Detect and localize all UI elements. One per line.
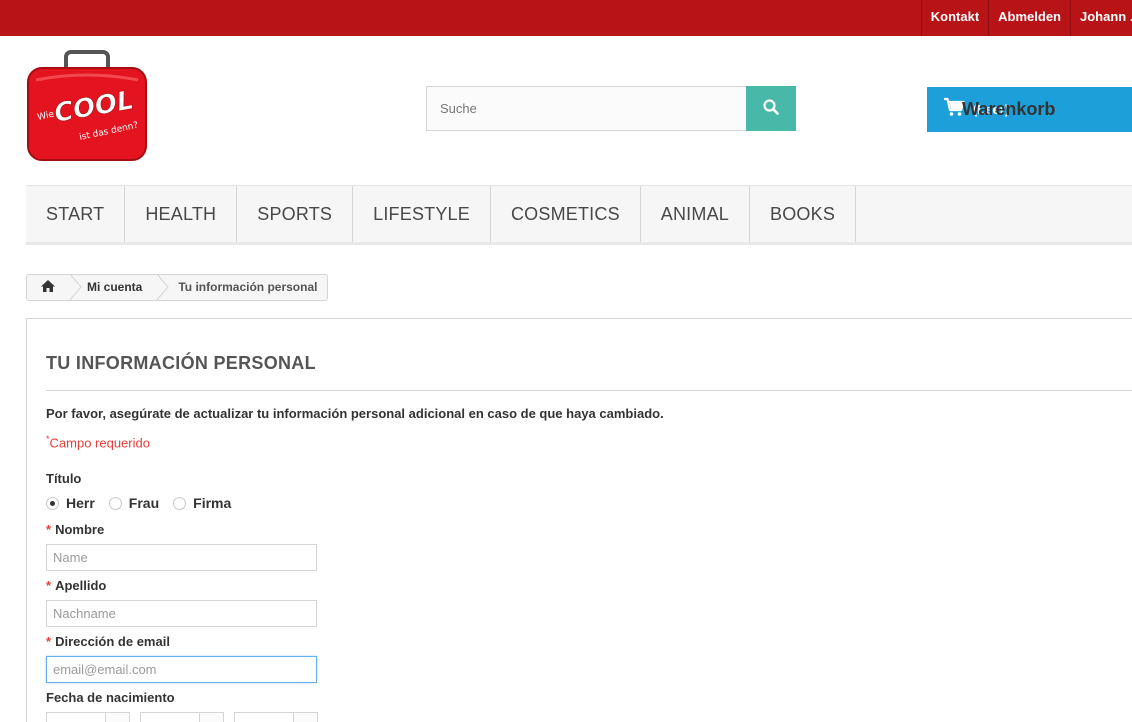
page-title: TU INFORMACIÓN PERSONAL: [46, 353, 316, 373]
title-option-herr[interactable]: Herr: [46, 495, 95, 511]
breadcrumb: Mi cuenta Tu información personal: [26, 272, 329, 302]
intro-text: Por favor, asegúrate de actualizar tu in…: [46, 406, 664, 421]
chevron-down-icon: [105, 713, 129, 722]
cart-label: Warenkorb: [962, 99, 1056, 119]
title-radio-group: Herr Frau Firma: [46, 495, 245, 511]
required-note: *Campo requerido: [46, 434, 150, 451]
radio-herr[interactable]: [46, 496, 59, 510]
cart-button[interactable]: Warenkorb (Leer): [927, 87, 1132, 132]
birth-day-select[interactable]: [46, 712, 130, 722]
menu-item-cosmetics[interactable]: COSMETICS: [491, 186, 641, 242]
logout-link[interactable]: Abmelden: [988, 0, 1070, 36]
top-links: Kontakt Abmelden Johann ...: [920, 0, 1132, 36]
contact-link[interactable]: Kontakt: [920, 0, 988, 36]
breadcrumb-current: Tu información personal: [178, 280, 318, 294]
radio-firma[interactable]: [173, 496, 187, 510]
menu-item-start[interactable]: START: [26, 186, 126, 242]
menu-item-sports[interactable]: SPORTS: [237, 186, 354, 242]
personal-info-box: TU INFORMACIÓN PERSONAL Por favor, asegú…: [26, 318, 1132, 722]
birthdate-label: Fecha de nacimiento: [46, 690, 175, 705]
search-input[interactable]: [426, 86, 746, 131]
user-account-link[interactable]: Johann ...: [1070, 0, 1132, 36]
breadcrumb-home[interactable]: [27, 275, 69, 300]
title-label: Título: [46, 471, 82, 486]
menu-item-animal[interactable]: ANIMAL: [641, 186, 750, 242]
firstname-label: * Nombre: [46, 522, 105, 537]
lastname-field[interactable]: [46, 600, 317, 627]
breadcrumb-account[interactable]: Mi cuenta: [83, 275, 156, 300]
menu-item-books[interactable]: BOOKS: [750, 186, 857, 242]
birth-year-select[interactable]: [234, 712, 318, 722]
birthdate-selects: [46, 712, 328, 722]
breadcrumb-separator: [68, 272, 83, 302]
search-icon: [763, 99, 779, 118]
email-field[interactable]: [46, 656, 317, 683]
top-bar: Kontakt Abmelden Johann ...: [0, 0, 1132, 36]
breadcrumb-separator: [155, 272, 170, 302]
menu-item-lifestyle[interactable]: LIFESTYLE: [353, 186, 491, 242]
radio-frau[interactable]: [108, 496, 122, 510]
main-menu: START HEALTH SPORTS LIFESTYLE COSMETICS …: [26, 185, 1132, 245]
lastname-label: * Apellido: [46, 578, 107, 593]
title-option-frau[interactable]: Frau: [108, 495, 159, 511]
menu-item-health[interactable]: HEALTH: [125, 186, 238, 242]
home-icon: [40, 279, 56, 296]
shop-logo[interactable]: Wie COOL ist das denn?: [26, 50, 148, 162]
title-option-firma[interactable]: Firma: [173, 495, 231, 511]
firstname-field[interactable]: [46, 544, 317, 571]
email-label: * Dirección de email: [46, 634, 170, 649]
heading-divider: [46, 390, 1132, 391]
chevron-down-icon: [293, 713, 317, 722]
search-button[interactable]: [746, 86, 796, 131]
chevron-down-icon: [199, 713, 223, 722]
birth-month-select[interactable]: [140, 712, 224, 722]
search-form: [426, 86, 796, 131]
